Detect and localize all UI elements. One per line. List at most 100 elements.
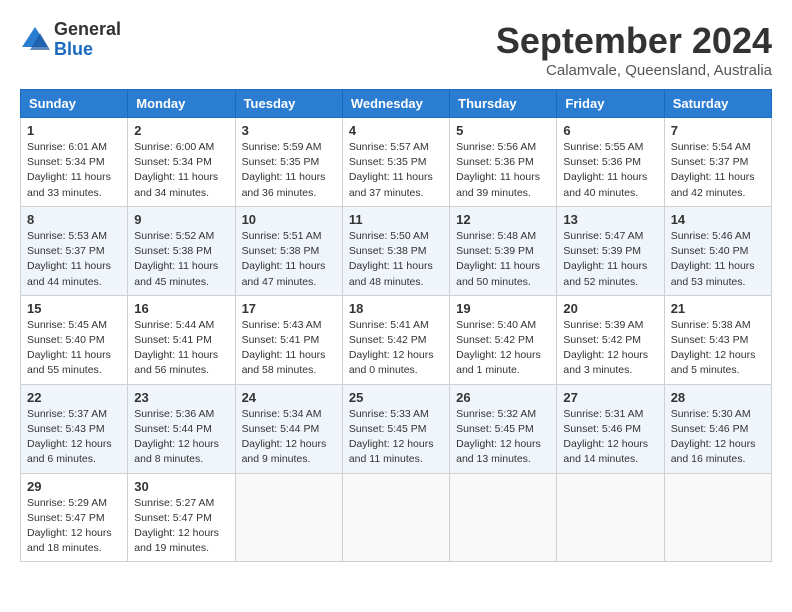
sunset-label: Sunset: 5:43 PM <box>27 423 105 435</box>
sunset-label: Sunset: 5:38 PM <box>242 245 320 257</box>
calendar-cell: 10 Sunrise: 5:51 AM Sunset: 5:38 PM Dayl… <box>235 206 342 295</box>
calendar-cell: 1 Sunrise: 6:01 AM Sunset: 5:34 PM Dayli… <box>21 118 128 207</box>
day-number: 29 <box>27 479 121 494</box>
calendar-cell: 12 Sunrise: 5:48 AM Sunset: 5:39 PM Dayl… <box>450 206 557 295</box>
calendar-cell: 9 Sunrise: 5:52 AM Sunset: 5:38 PM Dayli… <box>128 206 235 295</box>
daylight-label: Daylight: 12 hours and 9 minutes. <box>242 438 327 465</box>
calendar-cell: 17 Sunrise: 5:43 AM Sunset: 5:41 PM Dayl… <box>235 295 342 384</box>
calendar-cell: 24 Sunrise: 5:34 AM Sunset: 5:44 PM Dayl… <box>235 384 342 473</box>
daylight-label: Daylight: 11 hours and 42 minutes. <box>671 171 755 198</box>
day-number: 24 <box>242 390 336 405</box>
sunrise-label: Sunrise: 5:54 AM <box>671 141 751 153</box>
sunrise-label: Sunrise: 5:55 AM <box>563 141 643 153</box>
sunset-label: Sunset: 5:42 PM <box>563 334 641 346</box>
sunset-label: Sunset: 5:39 PM <box>456 245 534 257</box>
day-number: 17 <box>242 301 336 316</box>
day-number: 8 <box>27 212 121 227</box>
sunrise-label: Sunrise: 5:32 AM <box>456 408 536 420</box>
sunset-label: Sunset: 5:41 PM <box>134 334 212 346</box>
day-number: 2 <box>134 123 228 138</box>
sunrise-label: Sunrise: 5:41 AM <box>349 319 429 331</box>
sunset-label: Sunset: 5:44 PM <box>242 423 320 435</box>
daylight-label: Daylight: 12 hours and 5 minutes. <box>671 349 756 376</box>
day-number: 11 <box>349 212 443 227</box>
sunset-label: Sunset: 5:38 PM <box>349 245 427 257</box>
daylight-label: Daylight: 11 hours and 34 minutes. <box>134 171 218 198</box>
sunrise-label: Sunrise: 5:47 AM <box>563 230 643 242</box>
sunrise-label: Sunrise: 5:46 AM <box>671 230 751 242</box>
day-number: 22 <box>27 390 121 405</box>
day-number: 5 <box>456 123 550 138</box>
sunset-label: Sunset: 5:39 PM <box>563 245 641 257</box>
daylight-label: Daylight: 12 hours and 13 minutes. <box>456 438 541 465</box>
daylight-label: Daylight: 11 hours and 37 minutes. <box>349 171 433 198</box>
daylight-label: Daylight: 11 hours and 40 minutes. <box>563 171 647 198</box>
weekday-header-saturday: Saturday <box>664 90 771 118</box>
logo-blue-text: Blue <box>54 39 93 59</box>
page-header: General Blue September 2024 Calamvale, Q… <box>20 20 772 79</box>
sunset-label: Sunset: 5:43 PM <box>671 334 749 346</box>
calendar-week-2: 8 Sunrise: 5:53 AM Sunset: 5:37 PM Dayli… <box>21 206 772 295</box>
sunset-label: Sunset: 5:35 PM <box>349 156 427 168</box>
sunrise-label: Sunrise: 5:30 AM <box>671 408 751 420</box>
weekday-header-sunday: Sunday <box>21 90 128 118</box>
sunset-label: Sunset: 5:35 PM <box>242 156 320 168</box>
sunrise-label: Sunrise: 6:01 AM <box>27 141 107 153</box>
weekday-header-thursday: Thursday <box>450 90 557 118</box>
sunrise-label: Sunrise: 5:39 AM <box>563 319 643 331</box>
location-title: Calamvale, Queensland, Australia <box>496 62 772 79</box>
sunrise-label: Sunrise: 5:45 AM <box>27 319 107 331</box>
sunrise-label: Sunrise: 5:36 AM <box>134 408 214 420</box>
calendar-cell: 4 Sunrise: 5:57 AM Sunset: 5:35 PM Dayli… <box>342 118 449 207</box>
sunrise-label: Sunrise: 5:44 AM <box>134 319 214 331</box>
day-number: 12 <box>456 212 550 227</box>
daylight-label: Daylight: 11 hours and 39 minutes. <box>456 171 540 198</box>
daylight-label: Daylight: 12 hours and 6 minutes. <box>27 438 112 465</box>
day-number: 28 <box>671 390 765 405</box>
sunset-label: Sunset: 5:44 PM <box>134 423 212 435</box>
calendar-cell: 8 Sunrise: 5:53 AM Sunset: 5:37 PM Dayli… <box>21 206 128 295</box>
day-number: 18 <box>349 301 443 316</box>
day-number: 26 <box>456 390 550 405</box>
daylight-label: Daylight: 11 hours and 56 minutes. <box>134 349 218 376</box>
sunrise-label: Sunrise: 6:00 AM <box>134 141 214 153</box>
sunrise-label: Sunrise: 5:38 AM <box>671 319 751 331</box>
title-area: September 2024 Calamvale, Queensland, Au… <box>496 20 772 79</box>
calendar-cell: 20 Sunrise: 5:39 AM Sunset: 5:42 PM Dayl… <box>557 295 664 384</box>
calendar-cell <box>664 473 771 562</box>
sunrise-label: Sunrise: 5:56 AM <box>456 141 536 153</box>
calendar-cell: 13 Sunrise: 5:47 AM Sunset: 5:39 PM Dayl… <box>557 206 664 295</box>
logo-icon <box>20 25 50 55</box>
calendar-cell: 27 Sunrise: 5:31 AM Sunset: 5:46 PM Dayl… <box>557 384 664 473</box>
calendar-cell: 14 Sunrise: 5:46 AM Sunset: 5:40 PM Dayl… <box>664 206 771 295</box>
day-number: 25 <box>349 390 443 405</box>
daylight-label: Daylight: 12 hours and 19 minutes. <box>134 527 219 554</box>
daylight-label: Daylight: 11 hours and 50 minutes. <box>456 260 540 287</box>
day-number: 15 <box>27 301 121 316</box>
sunset-label: Sunset: 5:40 PM <box>27 334 105 346</box>
day-number: 16 <box>134 301 228 316</box>
sunset-label: Sunset: 5:42 PM <box>349 334 427 346</box>
calendar-cell: 30 Sunrise: 5:27 AM Sunset: 5:47 PM Dayl… <box>128 473 235 562</box>
calendar-cell: 29 Sunrise: 5:29 AM Sunset: 5:47 PM Dayl… <box>21 473 128 562</box>
sunset-label: Sunset: 5:42 PM <box>456 334 534 346</box>
sunset-label: Sunset: 5:46 PM <box>563 423 641 435</box>
sunrise-label: Sunrise: 5:52 AM <box>134 230 214 242</box>
day-number: 1 <box>27 123 121 138</box>
calendar-cell: 26 Sunrise: 5:32 AM Sunset: 5:45 PM Dayl… <box>450 384 557 473</box>
daylight-label: Daylight: 12 hours and 0 minutes. <box>349 349 434 376</box>
sunset-label: Sunset: 5:47 PM <box>134 512 212 524</box>
day-number: 10 <box>242 212 336 227</box>
sunset-label: Sunset: 5:46 PM <box>671 423 749 435</box>
daylight-label: Daylight: 12 hours and 14 minutes. <box>563 438 648 465</box>
calendar-cell: 19 Sunrise: 5:40 AM Sunset: 5:42 PM Dayl… <box>450 295 557 384</box>
sunset-label: Sunset: 5:45 PM <box>456 423 534 435</box>
daylight-label: Daylight: 11 hours and 36 minutes. <box>242 171 326 198</box>
calendar-cell <box>557 473 664 562</box>
calendar-cell: 5 Sunrise: 5:56 AM Sunset: 5:36 PM Dayli… <box>450 118 557 207</box>
sunrise-label: Sunrise: 5:40 AM <box>456 319 536 331</box>
daylight-label: Daylight: 12 hours and 1 minute. <box>456 349 541 376</box>
calendar-cell: 18 Sunrise: 5:41 AM Sunset: 5:42 PM Dayl… <box>342 295 449 384</box>
day-number: 14 <box>671 212 765 227</box>
calendar-cell: 6 Sunrise: 5:55 AM Sunset: 5:36 PM Dayli… <box>557 118 664 207</box>
